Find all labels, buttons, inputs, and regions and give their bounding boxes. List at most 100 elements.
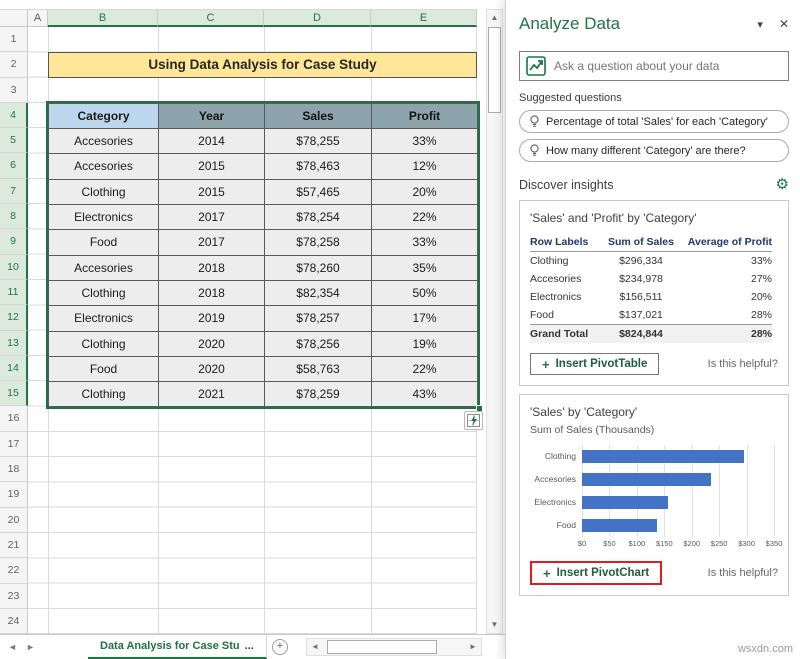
- row-header-19[interactable]: 19: [0, 482, 28, 508]
- table-cell[interactable]: 2017: [159, 230, 265, 256]
- row-header-17[interactable]: 17: [0, 431, 28, 458]
- vertical-scrollbar[interactable]: ▲ ▼: [486, 9, 503, 634]
- scroll-right-icon[interactable]: ►: [465, 639, 481, 655]
- scroll-up-icon[interactable]: ▲: [487, 10, 502, 26]
- row-header-20[interactable]: 20: [0, 507, 28, 533]
- table-cell[interactable]: 2015: [159, 154, 265, 180]
- table-cell[interactable]: 33%: [372, 230, 478, 256]
- column-header-c[interactable]: C: [158, 9, 264, 27]
- row-header-3[interactable]: 3: [0, 77, 28, 103]
- table-header-cell[interactable]: Category: [49, 103, 159, 130]
- question-search-box[interactable]: [519, 51, 789, 81]
- table-cell[interactable]: $78,258: [265, 230, 372, 256]
- table-cell[interactable]: 2019: [159, 306, 265, 332]
- table-cell[interactable]: 19%: [372, 331, 478, 357]
- selected-range[interactable]: Category Year Sales Profit Accesories 2014 $78…: [46, 100, 483, 413]
- table-cell[interactable]: $78,260: [265, 255, 372, 281]
- suggested-question-1[interactable]: Percentage of total 'Sales' for each 'Ca…: [519, 110, 789, 133]
- sheet-tab[interactable]: Data Analysis for Case Stu...: [88, 635, 267, 659]
- table-cell[interactable]: 2021: [159, 382, 265, 408]
- question-input[interactable]: [548, 59, 784, 73]
- new-sheet-button[interactable]: +: [272, 639, 288, 655]
- row-header-18[interactable]: 18: [0, 457, 28, 483]
- sheet-nav-left-icon[interactable]: ◄: [8, 635, 17, 659]
- vertical-scrollbar-thumb[interactable]: [488, 27, 501, 113]
- table-cell[interactable]: Accesories: [49, 255, 159, 281]
- row-header-2[interactable]: 2: [0, 52, 28, 78]
- select-all-corner[interactable]: [0, 9, 28, 27]
- row-header-13[interactable]: 13: [0, 330, 28, 356]
- insert-pivottable-button[interactable]: + Insert PivotTable: [530, 353, 660, 375]
- table-cell[interactable]: $82,354: [265, 280, 372, 307]
- scroll-left-icon[interactable]: ◄: [307, 639, 323, 655]
- row-header-14[interactable]: 14: [0, 355, 28, 382]
- table-cell[interactable]: Food: [49, 230, 159, 256]
- insert-pivotchart-button[interactable]: + Insert PivotChart: [530, 561, 663, 585]
- table-cell[interactable]: 22%: [372, 205, 478, 231]
- row-header-12[interactable]: 12: [0, 305, 28, 331]
- horizontal-scrollbar[interactable]: ◄ ►: [306, 638, 482, 656]
- table-cell[interactable]: 22%: [372, 356, 478, 383]
- table-cell[interactable]: $58,763: [265, 356, 372, 383]
- sheet-grid[interactable]: Using Data Analysis for Case Study Categ…: [28, 27, 483, 635]
- table-cell[interactable]: 2017: [159, 205, 265, 231]
- row-header-8[interactable]: 8: [0, 204, 28, 230]
- row-header-24[interactable]: 24: [0, 608, 28, 635]
- table-cell[interactable]: 33%: [372, 129, 478, 155]
- worksheet-title-cell[interactable]: Using Data Analysis for Case Study: [48, 52, 477, 79]
- close-icon[interactable]: ✕: [779, 17, 789, 31]
- table-header-cell[interactable]: Sales: [265, 103, 372, 130]
- table-cell[interactable]: 35%: [372, 255, 478, 281]
- table-cell[interactable]: 2020: [159, 356, 265, 383]
- table-cell[interactable]: Accesories: [49, 154, 159, 180]
- horizontal-scrollbar-thumb[interactable]: [327, 640, 437, 654]
- table-cell[interactable]: 12%: [372, 154, 478, 180]
- row-header-6[interactable]: 6: [0, 153, 28, 179]
- table-cell[interactable]: 2018: [159, 255, 265, 281]
- table-cell[interactable]: $78,254: [265, 205, 372, 231]
- table-cell[interactable]: Accesories: [49, 129, 159, 155]
- table-cell[interactable]: Food: [49, 356, 159, 383]
- table-cell[interactable]: $78,255: [265, 129, 372, 155]
- table-cell[interactable]: Clothing: [49, 331, 159, 357]
- table-cell[interactable]: Clothing: [49, 179, 159, 206]
- row-header-7[interactable]: 7: [0, 178, 28, 205]
- table-cell[interactable]: $78,259: [265, 382, 372, 408]
- table-cell[interactable]: $78,256: [265, 331, 372, 357]
- column-header-d[interactable]: D: [264, 9, 371, 27]
- row-header-21[interactable]: 21: [0, 532, 28, 559]
- column-header-a[interactable]: A: [28, 9, 48, 27]
- table-cell[interactable]: Electronics: [49, 306, 159, 332]
- table-header-cell[interactable]: Profit: [372, 103, 478, 130]
- table-cell[interactable]: 2014: [159, 129, 265, 155]
- table-cell[interactable]: 2015: [159, 179, 265, 206]
- table-cell[interactable]: 20%: [372, 179, 478, 206]
- table-cell[interactable]: 2020: [159, 331, 265, 357]
- table-cell[interactable]: $78,257: [265, 306, 372, 332]
- table-cell[interactable]: Clothing: [49, 382, 159, 408]
- scroll-down-icon[interactable]: ▼: [487, 617, 502, 633]
- table-cell[interactable]: 17%: [372, 306, 478, 332]
- row-header-16[interactable]: 16: [0, 406, 28, 432]
- column-header-e[interactable]: E: [371, 9, 477, 27]
- row-header-4[interactable]: 4: [0, 102, 28, 129]
- chevron-down-icon[interactable]: ▾: [757, 18, 763, 31]
- table-cell[interactable]: 43%: [372, 382, 478, 408]
- sheet-nav-right-icon[interactable]: ►: [26, 635, 35, 659]
- row-header-22[interactable]: 22: [0, 558, 28, 584]
- row-header-11[interactable]: 11: [0, 279, 28, 306]
- column-header-b[interactable]: B: [48, 9, 158, 27]
- row-header-5[interactable]: 5: [0, 128, 28, 154]
- quick-analysis-button[interactable]: [464, 411, 483, 430]
- table-cell[interactable]: 50%: [372, 280, 478, 307]
- table-cell[interactable]: 2018: [159, 280, 265, 307]
- row-header-15[interactable]: 15: [0, 381, 28, 407]
- table-cell[interactable]: Electronics: [49, 205, 159, 231]
- row-header-23[interactable]: 23: [0, 583, 28, 609]
- row-header-9[interactable]: 9: [0, 229, 28, 255]
- table-cell[interactable]: Clothing: [49, 280, 159, 307]
- suggested-question-2[interactable]: How many different 'Category' are there?: [519, 139, 789, 162]
- table-cell[interactable]: $57,465: [265, 179, 372, 206]
- table-cell[interactable]: $78,463: [265, 154, 372, 180]
- row-header-1[interactable]: 1: [0, 27, 28, 53]
